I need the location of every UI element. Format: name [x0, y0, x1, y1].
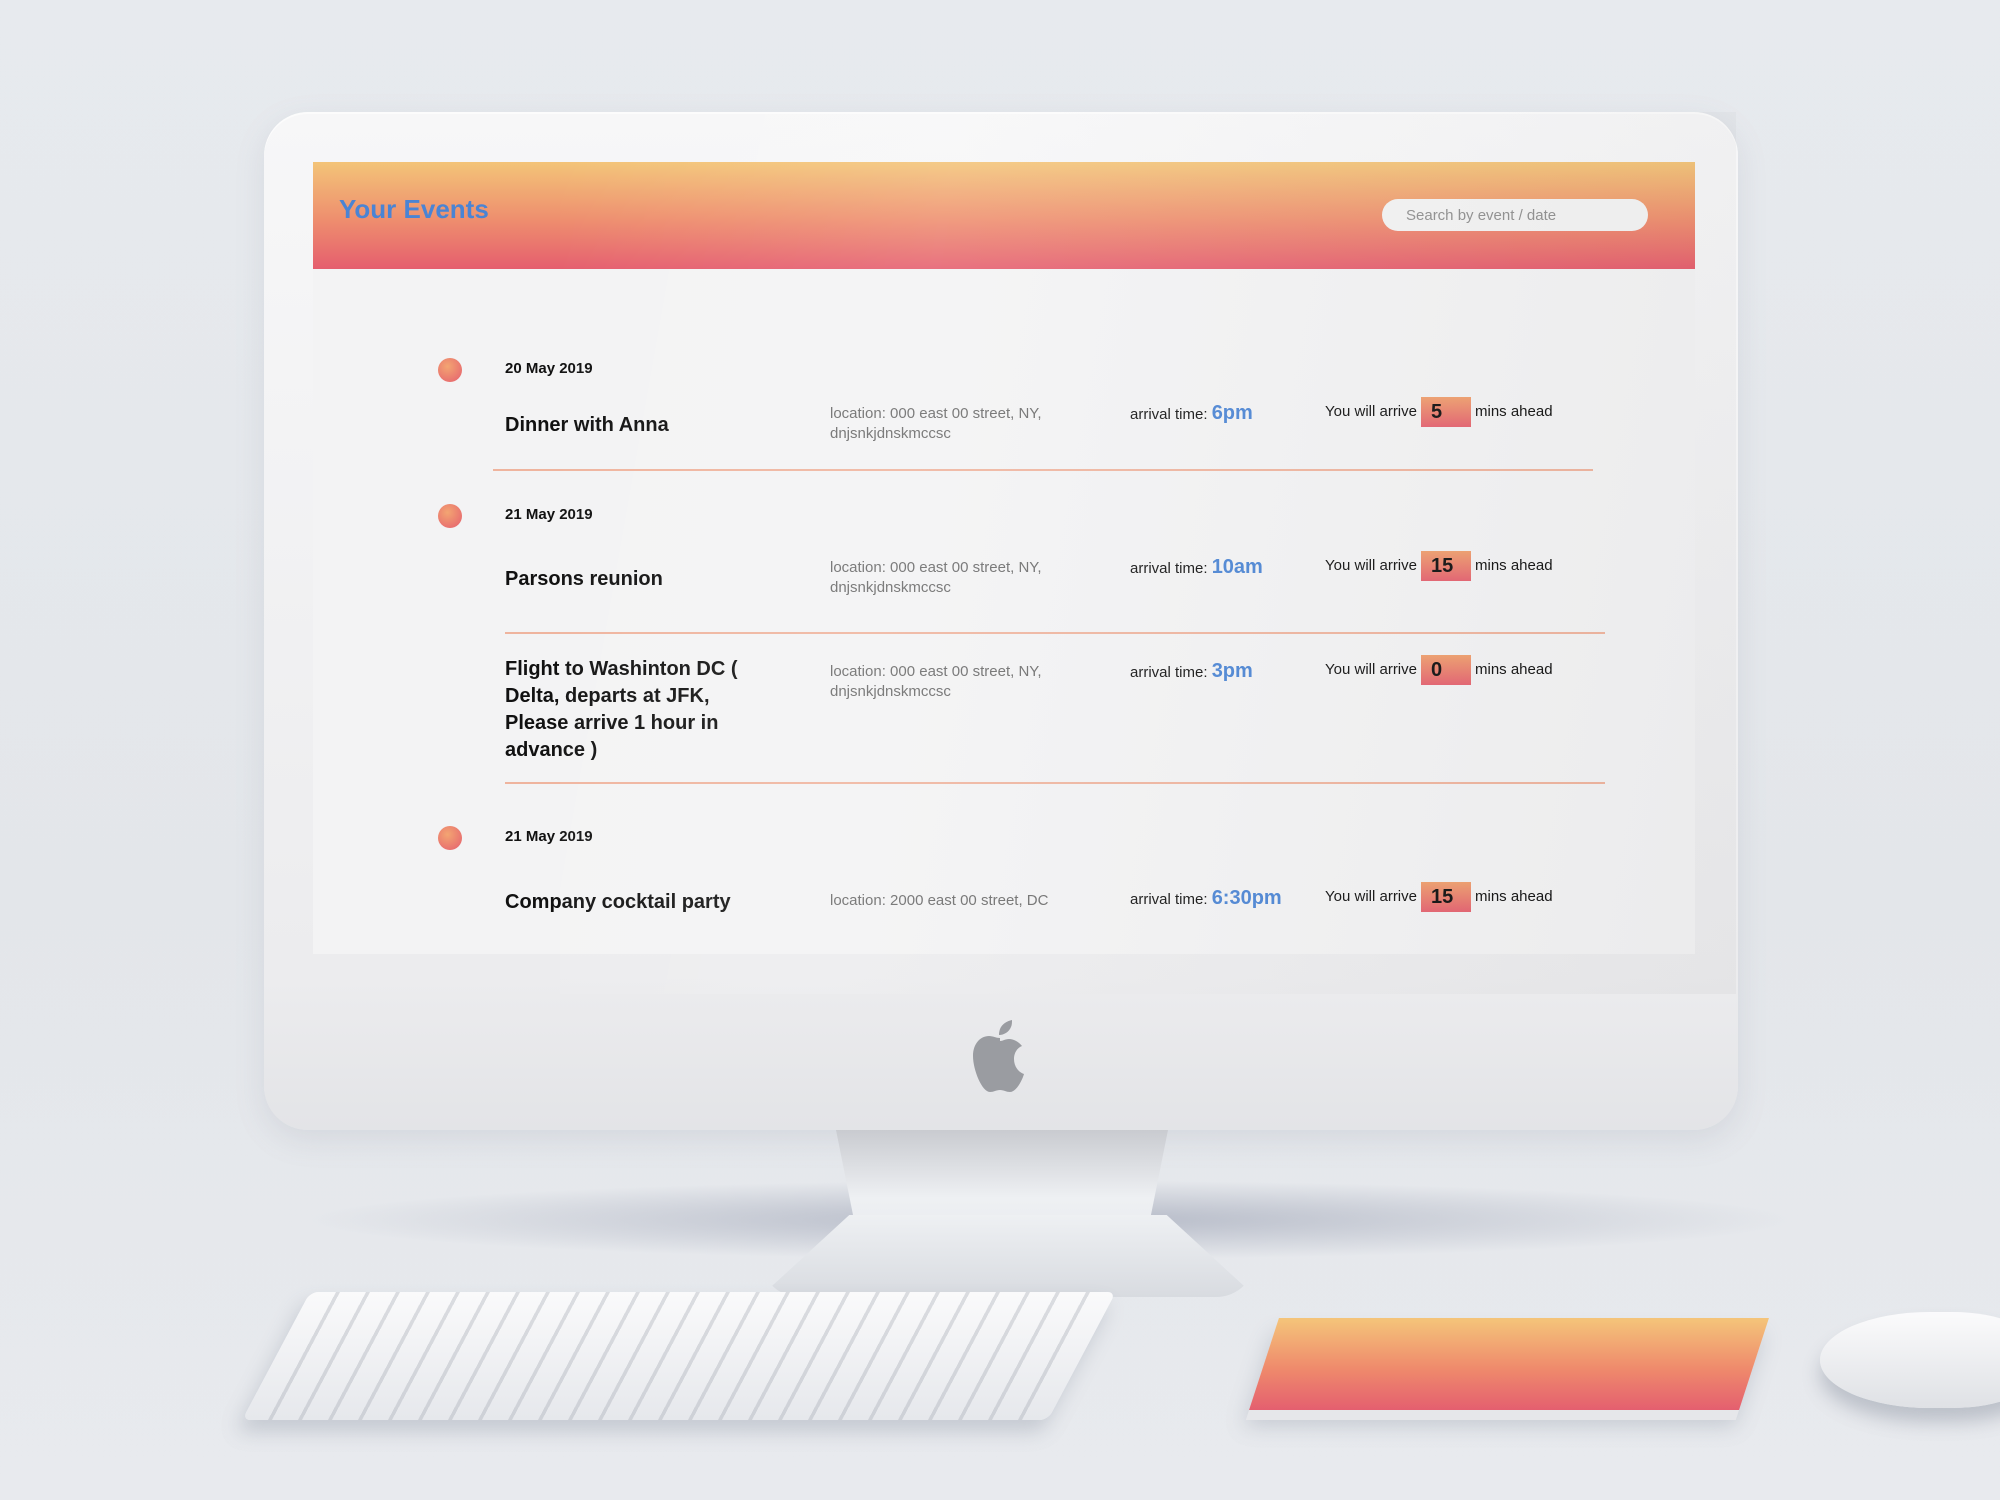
timeline-dot	[438, 358, 462, 382]
arrive-suffix: mins ahead	[1475, 556, 1553, 574]
arrival-label: arrival time:	[1130, 560, 1208, 577]
apple-logo-icon	[968, 1016, 1032, 1096]
event-date: 21 May 2019	[505, 828, 593, 845]
event-date: 20 May 2019	[505, 360, 593, 377]
app-screen: Your Events 20 May 2019 Dinner with Anna…	[313, 162, 1695, 954]
tablet	[1249, 1318, 1769, 1410]
arrive-label: You will arrive	[1325, 556, 1417, 574]
arrive-suffix: mins ahead	[1475, 887, 1553, 905]
mins-ahead-badge: 15	[1421, 551, 1471, 581]
event-location: location: 000 east 00 street, NY, dnjsnk…	[830, 405, 1042, 442]
event-location: location: 000 east 00 street, NY, dnjsnk…	[830, 559, 1042, 596]
arrival-time: arrival time: 3pm	[1130, 660, 1253, 683]
arrival-time-value: 3pm	[1211, 660, 1253, 682]
event-date: 21 May 2019	[505, 506, 593, 523]
arrive-label: You will arrive	[1325, 660, 1417, 678]
arrive-ahead: You will arrive 0 mins ahead	[1325, 655, 1553, 685]
arrive-ahead: You will arrive 5 mins ahead	[1325, 397, 1553, 427]
arrival-time: arrival time: 10am	[1130, 556, 1263, 579]
search-input[interactable]	[1382, 199, 1648, 231]
mins-ahead-badge: 0	[1421, 655, 1471, 685]
timeline-dot	[438, 504, 462, 528]
arrival-time: arrival time: 6:30pm	[1130, 887, 1282, 910]
event-title[interactable]: Flight to Washinton DC ( Delta, departs …	[505, 656, 755, 764]
event-divider	[493, 469, 1593, 471]
timeline-dot	[438, 826, 462, 850]
event-title[interactable]: Company cocktail party	[505, 889, 765, 916]
arrival-label: arrival time:	[1130, 406, 1208, 423]
arrive-suffix: mins ahead	[1475, 660, 1553, 678]
arrive-ahead: You will arrive 15 mins ahead	[1325, 551, 1553, 581]
arrival-label: arrival time:	[1130, 664, 1208, 681]
arrive-ahead: You will arrive 15 mins ahead	[1325, 882, 1553, 912]
event-location: location: 2000 east 00 street, DC	[830, 892, 1049, 909]
arrival-label: arrival time:	[1130, 891, 1208, 908]
arrive-label: You will arrive	[1325, 887, 1417, 905]
app-header: Your Events	[313, 162, 1695, 269]
event-title[interactable]: Dinner with Anna	[505, 412, 765, 439]
page-title: Your Events	[339, 194, 489, 224]
arrival-time: arrival time: 6pm	[1130, 402, 1253, 425]
mouse	[1820, 1312, 2000, 1408]
arrival-time-value: 10am	[1211, 556, 1263, 578]
mins-ahead-badge: 5	[1421, 397, 1471, 427]
arrive-label: You will arrive	[1325, 402, 1417, 420]
arrival-time-value: 6pm	[1211, 402, 1253, 424]
mins-ahead-badge: 15	[1421, 882, 1471, 912]
event-title[interactable]: Parsons reunion	[505, 566, 765, 593]
arrive-suffix: mins ahead	[1475, 402, 1553, 420]
event-divider	[505, 782, 1605, 784]
arrival-time-value: 6:30pm	[1211, 887, 1282, 909]
event-divider	[505, 632, 1605, 634]
keyboard	[241, 1292, 1117, 1420]
event-location: location: 000 east 00 street, NY, dnjsnk…	[830, 663, 1042, 700]
